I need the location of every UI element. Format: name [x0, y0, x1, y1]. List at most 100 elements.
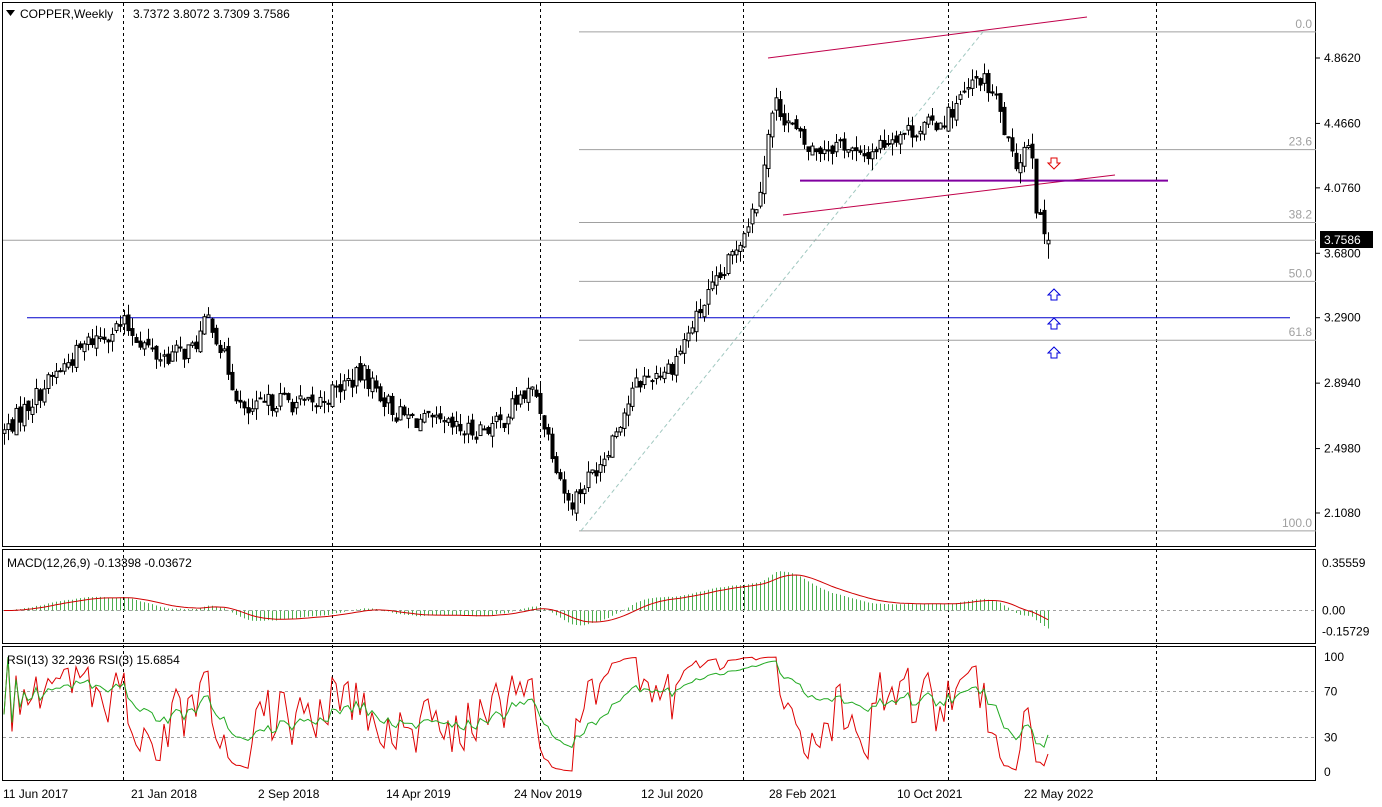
candle [238, 390, 243, 409]
candle [526, 377, 531, 411]
candle [670, 362, 675, 381]
price-candles [2, 63, 1051, 521]
candle [130, 318, 135, 346]
candle [10, 417, 15, 434]
candle [550, 427, 555, 463]
candle [758, 181, 763, 209]
candle [222, 341, 227, 353]
candle [706, 279, 711, 315]
candle [410, 412, 415, 419]
price-tick-label: 2.4980 [1324, 442, 1361, 456]
candle [930, 107, 935, 126]
candle [138, 331, 143, 350]
candle [610, 434, 615, 458]
candle [1018, 154, 1023, 184]
candle [878, 135, 883, 154]
candle [234, 388, 239, 404]
candle [70, 352, 75, 373]
rsi-tick-label: 100 [1324, 650, 1344, 664]
candle [646, 369, 651, 378]
candle [830, 144, 835, 165]
candle [46, 372, 51, 394]
candle [606, 450, 611, 461]
candle [730, 249, 735, 265]
candle [802, 126, 807, 150]
candle [38, 388, 43, 408]
candle [834, 133, 839, 158]
candle [318, 390, 323, 410]
candle [794, 115, 799, 131]
fib-level-label: 61.8 [1289, 325, 1313, 339]
candle [22, 397, 27, 432]
dropdown-triangle-icon[interactable] [6, 10, 15, 16]
candle [54, 362, 59, 385]
candle [738, 241, 743, 262]
candle [182, 348, 187, 368]
candle [78, 341, 83, 350]
candle [110, 327, 115, 352]
candle [434, 406, 439, 425]
price-tick-label: 2.1080 [1324, 506, 1361, 520]
candle [270, 393, 275, 417]
candle [122, 309, 127, 335]
candle [938, 122, 943, 130]
candle [358, 356, 363, 383]
candle [990, 84, 995, 97]
candle [226, 337, 231, 381]
candle [474, 431, 479, 444]
candle [962, 81, 967, 94]
candle [874, 146, 879, 160]
candle [734, 240, 739, 263]
fib-level-label: 38.2 [1289, 207, 1313, 221]
candle [274, 406, 279, 417]
candle [146, 328, 151, 348]
candle [1002, 102, 1007, 136]
candle [18, 396, 23, 432]
candle [1006, 136, 1011, 142]
candle [162, 349, 167, 368]
candle [198, 321, 203, 354]
candle [522, 390, 527, 404]
candle [142, 340, 147, 356]
fib-level-label: 100.0 [1282, 516, 1312, 530]
candle [394, 412, 399, 424]
candle [390, 392, 395, 422]
candle [174, 340, 179, 362]
candle [514, 386, 519, 411]
candle [742, 232, 747, 249]
candle [894, 130, 899, 147]
rsi-axis: 100 70 30 0 [1324, 650, 1344, 779]
candle [762, 155, 767, 204]
rsi-indicator [3, 656, 1316, 772]
candle [566, 489, 571, 511]
candle [266, 384, 271, 416]
candle [1014, 143, 1019, 172]
candle [250, 398, 255, 416]
candle [658, 367, 663, 381]
candle [770, 110, 775, 148]
candle [482, 425, 487, 431]
candle [842, 132, 847, 159]
candle [570, 494, 575, 516]
candle [866, 146, 871, 165]
candle [746, 218, 751, 237]
candle [502, 422, 507, 433]
arrow-up-icon [1046, 346, 1062, 359]
candle [790, 122, 795, 126]
candle [998, 92, 1003, 123]
candle [510, 391, 515, 421]
candle [1010, 128, 1015, 157]
candle [190, 340, 195, 348]
candle [202, 313, 207, 336]
candle [542, 414, 547, 438]
time-axis-label: 14 Apr 2019 [386, 787, 451, 801]
rsi13-line [3, 656, 1049, 749]
candle [950, 101, 955, 129]
macd-label: MACD(12,26,9) -0.13398 -0.03672 [7, 556, 192, 570]
candle [946, 103, 951, 132]
candle [650, 378, 655, 390]
candle [1026, 139, 1031, 150]
candle [818, 146, 823, 162]
candle [942, 115, 947, 130]
candle [782, 104, 787, 132]
